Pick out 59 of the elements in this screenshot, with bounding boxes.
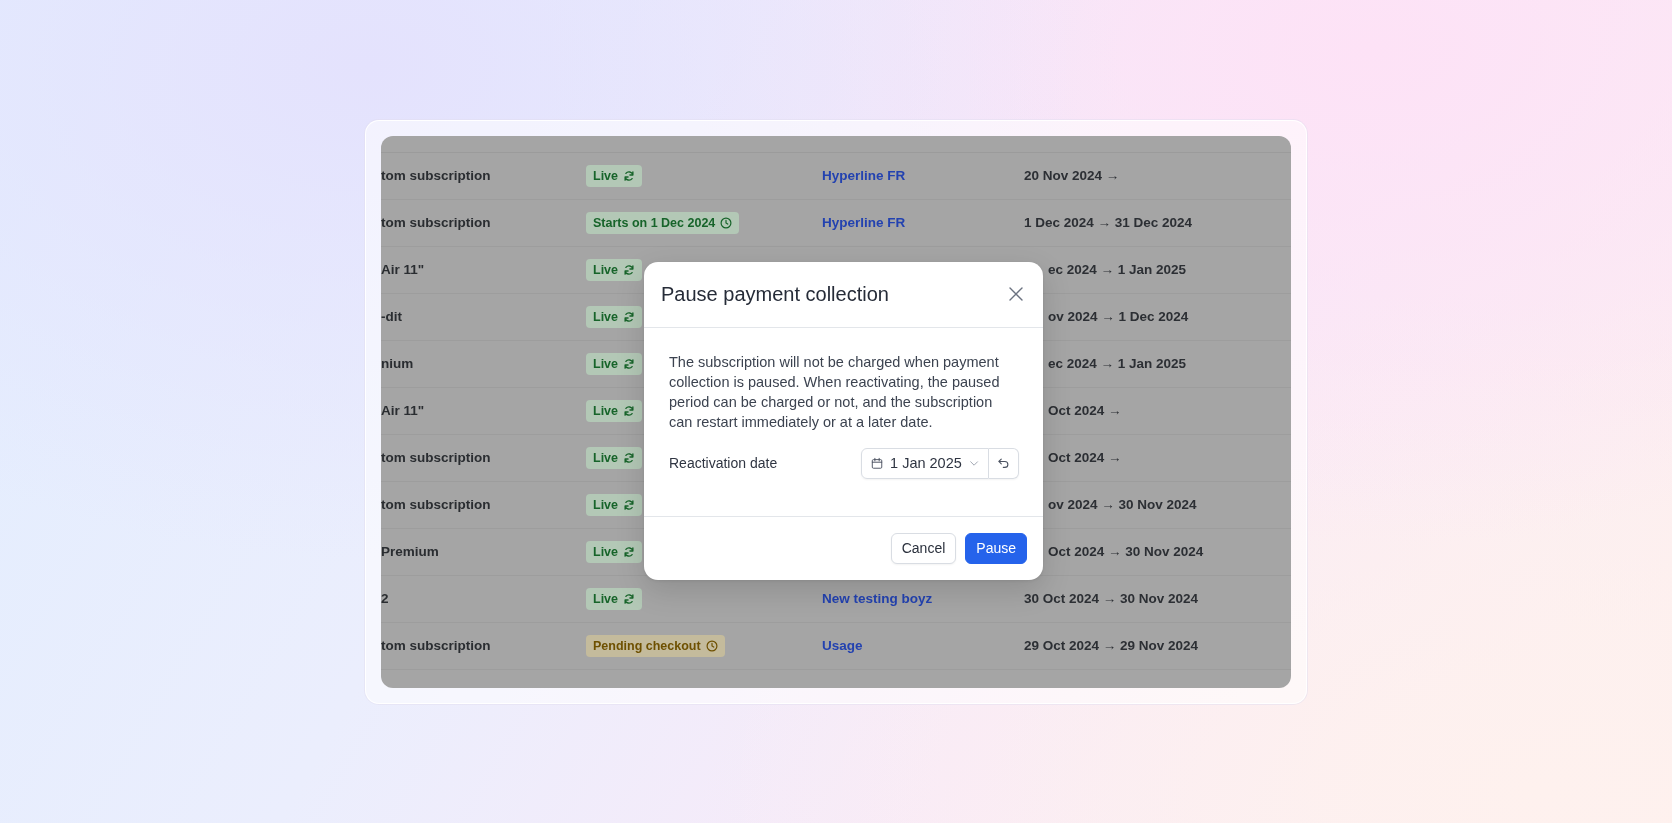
customer-link[interactable]: Usage [822,638,863,653]
dialog-title: Pause payment collection [661,282,889,306]
table-cell: Air 11" [381,262,425,277]
table-cell: tom subscription [381,168,491,183]
status-label: Starts on 1 Dec 2024 [593,215,716,230]
table-cell: 2 [381,591,389,606]
dialog-description: The subscription will not be charged when payment collection is paused. When reactivating, the paused period can be charged or not, and the subscription can restart immediately or at a later date. [669,352,1001,432]
status-label: Live [593,309,618,324]
table-cell: nium [381,356,414,371]
table-cell: 20 Nov 2024 → [1024,168,1120,183]
cycle-arrows-icon [623,592,635,605]
status-label: Live [593,262,618,277]
pause-button[interactable]: Pause [965,532,1027,564]
status-label: Pending checkout [593,638,701,653]
status-label: Live [593,403,618,418]
cycle-arrows-icon [623,357,635,370]
customer-link[interactable]: Hyperline FR [822,168,906,183]
status-label: Live [593,497,618,512]
status-label: Live [593,356,618,371]
clock-icon [705,639,718,652]
date-picker[interactable]: 1 Jan 2025 [861,447,989,479]
table-cell: Premium [381,544,439,559]
table-cell: ec 2024 → 1 Jan 2025 [1048,356,1187,371]
cancel-button[interactable]: Cancel [890,532,957,564]
undo-icon [997,456,1010,470]
close-button[interactable] [1008,286,1024,302]
customer-link[interactable]: Hyperline FR [822,215,906,230]
reset-button[interactable] [989,447,1019,479]
cycle-arrows-icon [623,451,635,464]
table-cell: 30 Oct 2024 → 30 Nov 2024 [1024,591,1199,606]
status-label: Live [593,544,618,559]
table-cell: tom subscription [381,450,491,465]
cycle-arrows-icon [623,310,635,323]
table-cell: ov 2024 → 1 Dec 2024 [1048,309,1189,324]
cycle-arrows-icon [623,545,635,558]
calendar-icon [871,456,884,470]
cycle-arrows-icon [623,169,635,182]
table-cell: ec 2024 → 1 Jan 2025 [1048,262,1187,277]
table-cell: tom subscription [381,638,491,653]
status-label: Live [593,450,618,465]
table-cell: 1 Dec 2024 → 31 Dec 2024 [1024,215,1193,230]
cycle-arrows-icon [623,404,635,417]
table-cell: Oct 2024 → 30 Nov 2024 [1048,544,1204,559]
table-cell: Oct 2024 → [1048,403,1122,418]
table-cell: ov 2024 → 30 Nov 2024 [1048,497,1197,512]
table-cell: -dit [381,309,402,324]
clock-icon [720,216,733,229]
table-cell: Oct 2024 → [1048,450,1122,465]
close-icon [1008,286,1024,302]
cycle-arrows-icon [623,498,635,511]
status-label: Live [593,168,618,183]
cycle-arrows-icon [623,263,635,276]
customer-link[interactable]: New testing boyz [822,591,933,606]
status-label: Live [593,591,618,606]
field-label: Reactivation date [669,455,778,471]
table-cell: tom subscription [381,215,491,230]
table-cell: tom subscription [381,497,491,512]
table-cell: 29 Oct 2024 → 29 Nov 2024 [1024,638,1199,653]
table-cell: Air 11" [381,403,425,418]
